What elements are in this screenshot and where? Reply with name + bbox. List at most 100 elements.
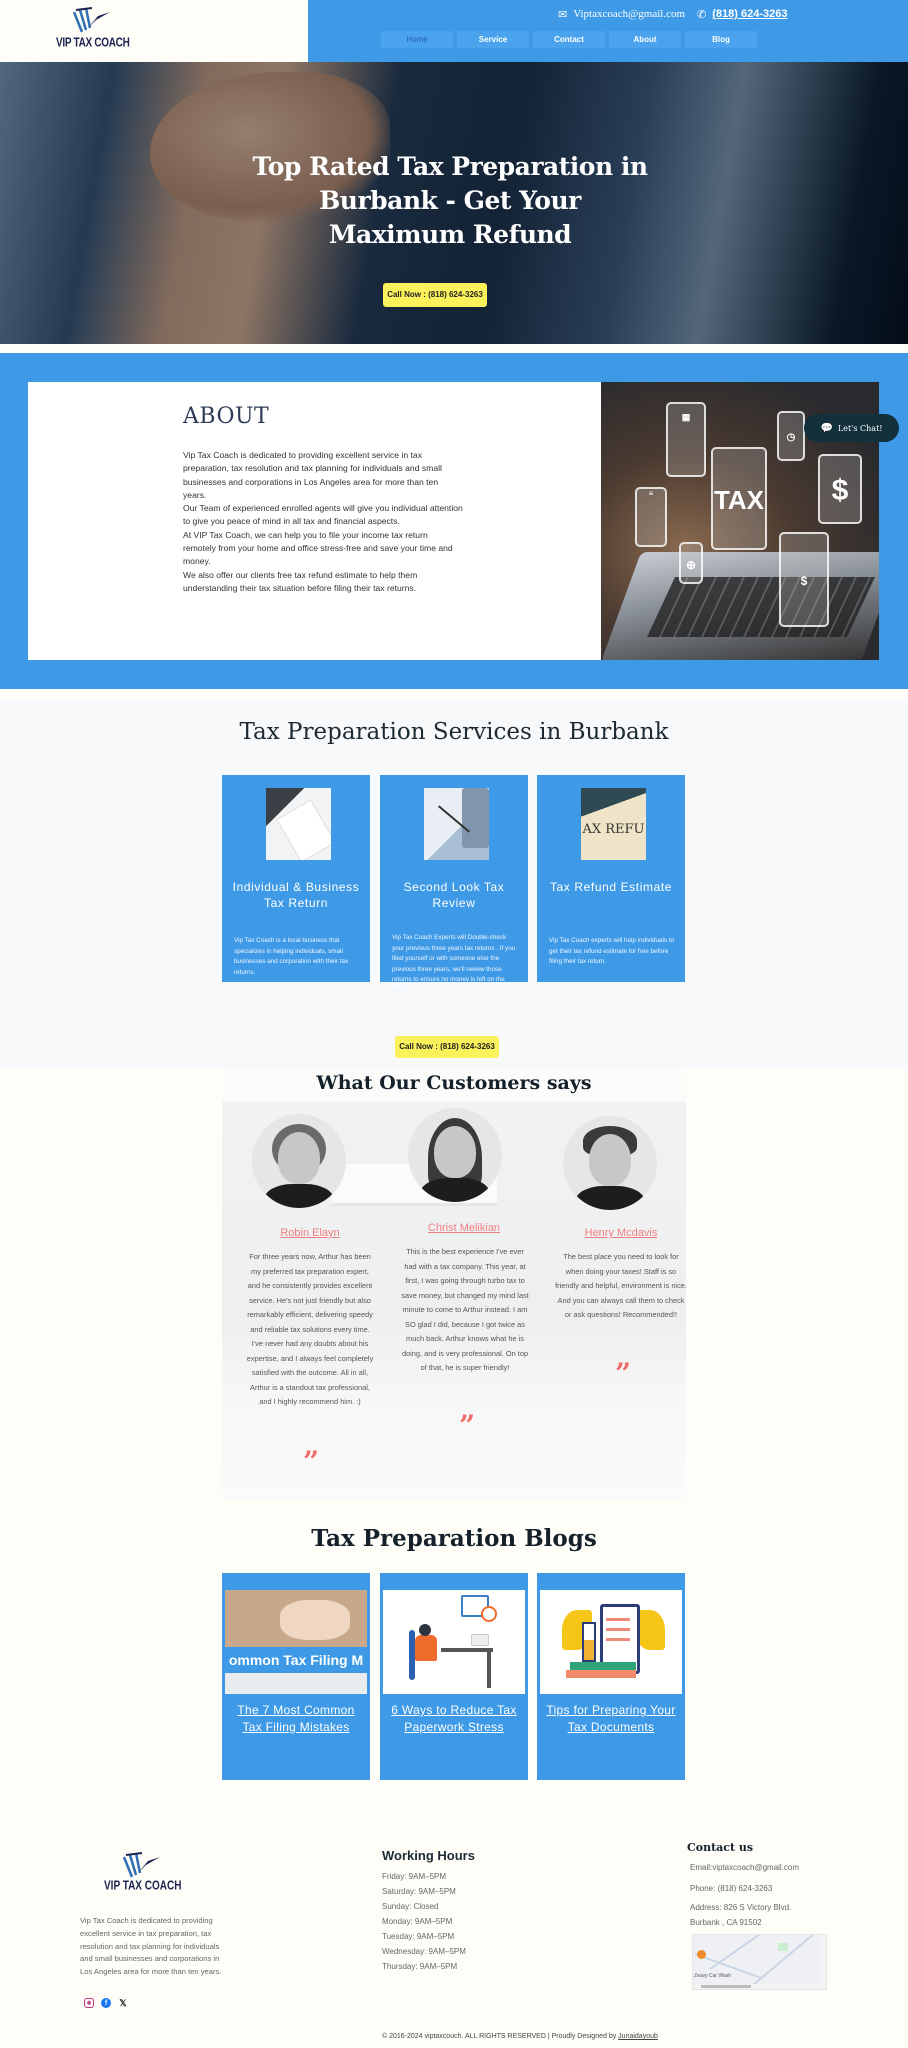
blog-card[interactable]: ommon Tax Filing M The 7 Most Common Tax… (222, 1573, 370, 1780)
keyboard-shape (647, 577, 875, 637)
avatar-body (575, 1186, 645, 1210)
location-map[interactable]: Zeavy Car Wash (692, 1934, 827, 1990)
nav-home[interactable]: Home (381, 31, 453, 48)
facebook-icon[interactable]: f (101, 1998, 111, 2008)
instagram-icon[interactable]: ◉ (84, 1998, 94, 2008)
quote-mark-icon: ” (302, 1445, 320, 1478)
x-icon[interactable]: 𝕏 (118, 1998, 128, 2008)
hours-row: Thursday: 9AM–5PM (382, 1962, 458, 1971)
header-phone-link[interactable]: (818) 624-3263 (712, 8, 787, 20)
testimonial-text: This is the best experience I've ever ha… (401, 1247, 529, 1372)
service-description: Vip Tax Coach is a local business that s… (234, 937, 349, 976)
social-links: ◉ f 𝕏 (84, 1998, 128, 2008)
hours-row: Friday: 9AM–5PM (382, 1872, 447, 1881)
hours-row: Tuesday: 9AM–5PM (382, 1932, 455, 1941)
logo[interactable]: VIP TAX COACH (56, 6, 130, 56)
quote-mark-icon: ” (614, 1357, 632, 1390)
lets-chat-button[interactable]: 💬 Let's Chat! (804, 414, 899, 442)
dollar-tile: $ (818, 454, 862, 524)
site-header: VIP TAX COACH ✉ Viptaxcoach@gmail.com ✆ … (0, 0, 908, 62)
footer-email[interactable]: Email:viptaxcoach@gmail.com (690, 1863, 799, 1872)
blog-card[interactable]: 6 Ways to Reduce Tax Paperwork Stress (380, 1573, 528, 1780)
avatar-face (278, 1132, 320, 1184)
blog-image-caption: ommon Tax Filing M (228, 1652, 364, 1668)
avatar-face (589, 1134, 631, 1186)
service-card[interactable]: Individual & Business Tax Return Vip Tax… (222, 775, 370, 982)
services-title: Tax Preparation Services in Burbank (239, 719, 669, 745)
testimonial-name[interactable]: Henry Mcdavis (546, 1227, 696, 1239)
nav-contact[interactable]: Contact (533, 31, 605, 48)
blog-title-link[interactable]: Tips for Preparing Your Tax Documents (541, 1702, 681, 1736)
avatar (408, 1108, 502, 1202)
avatar-face (434, 1126, 476, 1178)
about-text: Vip Tax Coach is dedicated to providing … (183, 449, 463, 595)
blog-image-stressed-worker (383, 1590, 525, 1694)
blog-title-link[interactable]: 6 Ways to Reduce Tax Paperwork Stress (384, 1702, 524, 1736)
testimonial-text: The best place you need to look for when… (555, 1252, 687, 1319)
blogs-title: Tax Preparation Blogs (311, 1525, 597, 1552)
map-park (778, 1943, 788, 1951)
blog-image-tax-mistakes: ommon Tax Filing M (225, 1590, 367, 1694)
service-card[interactable]: Second Look Tax Review Vip Tax Coach Exp… (380, 775, 528, 994)
avatar-body (264, 1184, 334, 1208)
service-description: Vip Tax Coach experts will help individu… (549, 937, 675, 965)
header-email-link[interactable]: Viptaxcoach@gmail.com (573, 8, 685, 20)
header-contact: ✉ Viptaxcoach@gmail.com ✆ (818) 624-3263 (558, 6, 787, 22)
services-section: Tax Preparation Services in Burbank Indi… (0, 699, 908, 1069)
footer-address-line2: Burbank , CA 91502 (690, 1918, 762, 1927)
quote-mark-icon: ” (458, 1409, 476, 1442)
testimonial-name[interactable]: Robin Elayn (235, 1227, 385, 1239)
testimonials-title: What Our Customers says (316, 1072, 592, 1094)
nav-service[interactable]: Service (457, 31, 529, 48)
map-scrollbar-vertical[interactable] (821, 1935, 826, 1989)
contact-us-title: Contact us (687, 1841, 754, 1854)
chat-label: Let's Chat! (837, 423, 883, 433)
tax-refund-image: AX REFU (581, 788, 646, 860)
footer-address-line1: Address: 826 S Victory Blvd. (690, 1903, 792, 1912)
hours-row: Monday: 9AM–5PM (382, 1917, 453, 1926)
designer-link[interactable]: Junaidayoub (618, 2033, 658, 2040)
phone-icon: ✆ (697, 8, 707, 21)
tax-tile-icon: ▦ (666, 402, 706, 477)
services-call-now-button[interactable]: Call Now : (818) 624-3263 (395, 1036, 499, 1058)
map-pin-icon (697, 1950, 706, 1959)
about-title: ABOUT (183, 404, 270, 429)
service-card[interactable]: AX REFU Tax Refund Estimate Vip Tax Coac… (537, 775, 685, 982)
blog-image-tax-documents (540, 1590, 682, 1694)
about-card: ABOUT Vip Tax Coach is dedicated to prov… (28, 382, 601, 660)
footer-phone[interactable]: Phone: (818) 624-3263 (690, 1884, 772, 1893)
blog-card[interactable]: Tips for Preparing Your Tax Documents (537, 1573, 685, 1780)
map-scroll-thumb[interactable] (701, 1985, 751, 1988)
globe-tile-icon: ⊕ (679, 542, 703, 584)
avatar (252, 1114, 346, 1208)
working-hours-list: Friday: 9AM–5PM Saturday: 9AM–5PM Sunday… (382, 1869, 466, 1974)
hero-call-now-button[interactable]: Call Now : (818) 624-3263 (383, 283, 487, 307)
receipt-tile-icon: $ (779, 532, 829, 627)
service-title: Second Look Tax Review (403, 880, 505, 910)
logo-area: VIP TAX COACH (0, 0, 308, 62)
footer-logo[interactable]: VIP TAX COACH (104, 1851, 182, 1894)
nav-about[interactable]: About (609, 31, 681, 48)
footer-about-text: Vip Tax Coach is dedicated to providing … (80, 1916, 222, 1977)
hero-title: Top Rated Tax Preparation in Burbank - G… (252, 152, 649, 249)
document-tile-icon: ≡ (635, 487, 667, 547)
hours-row: Saturday: 9AM–5PM (382, 1887, 456, 1896)
hours-row: Wednesday: 9AM–5PM (382, 1947, 466, 1956)
hours-row: Sunday: Closed (382, 1902, 439, 1911)
blog-title-link[interactable]: The 7 Most Common Tax Filing Mistakes (226, 1702, 366, 1736)
avatar (563, 1116, 657, 1210)
about-paragraph: We also offer our clients free tax refun… (183, 569, 418, 593)
working-hours-title: Working Hours (382, 1848, 475, 1863)
service-title: Individual & Business Tax Return (232, 880, 360, 910)
map-label: Zeavy Car Wash (694, 1973, 732, 1979)
logo-mark-icon (122, 1852, 160, 1878)
footer-logo-text: VIP TAX COACH (104, 1879, 182, 1894)
service-description: Vip Tax Coach Experts will Double-check … (392, 934, 516, 994)
service-title: Tax Refund Estimate (549, 880, 673, 894)
copyright: © 2016-2024 viptaxcouch. ALL RIGHTS RESE… (382, 2033, 658, 2040)
chat-bubble-icon: 💬 (820, 422, 833, 434)
avatar-body (420, 1178, 490, 1202)
about-paragraph: Our Team of experienced enrolled agents … (183, 503, 463, 527)
testimonial-name[interactable]: Christ Melikian (389, 1222, 539, 1234)
nav-blog[interactable]: Blog (685, 31, 757, 48)
